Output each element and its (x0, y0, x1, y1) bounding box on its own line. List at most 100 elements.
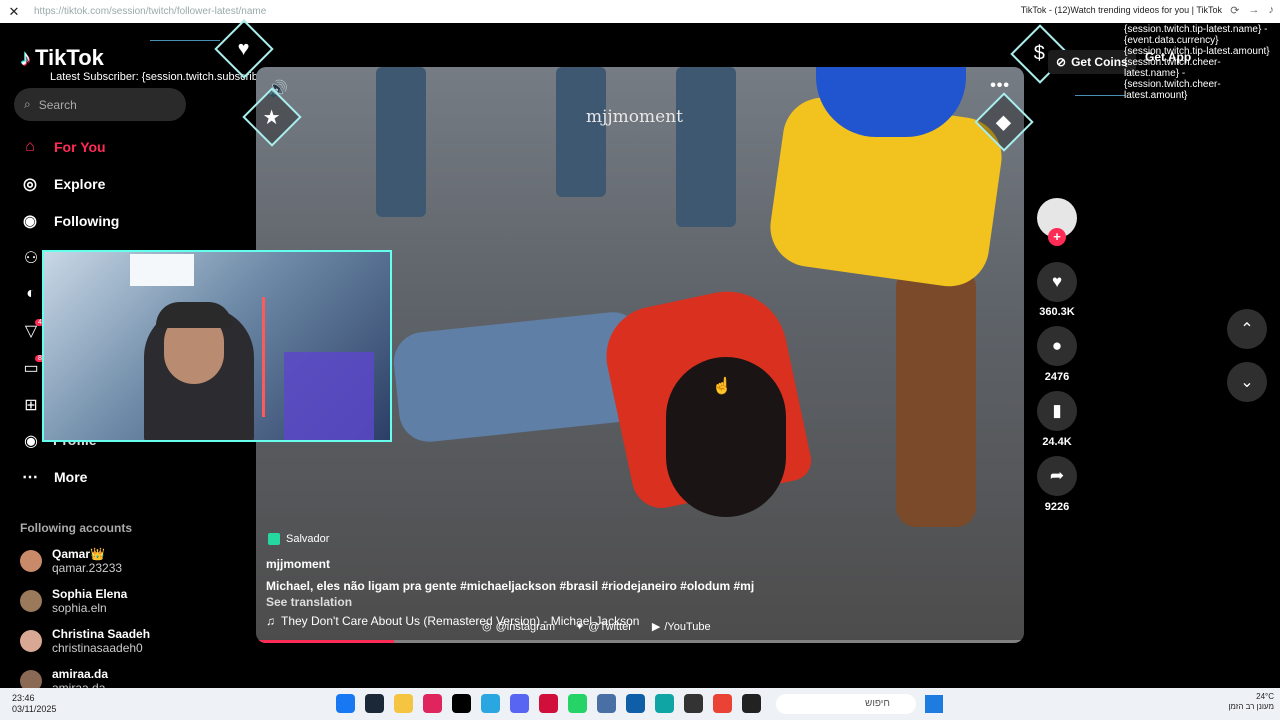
youtube-icon: ▶ (651, 621, 661, 633)
follow-plus-icon[interactable]: + (1048, 228, 1066, 246)
webcam-person-cap (156, 302, 232, 328)
tiktok-logo[interactable]: ♪ TikTok (20, 45, 104, 71)
nav-label: For You (54, 139, 106, 155)
taskbar-search[interactable]: חיפוש (776, 694, 916, 714)
chevron-down-icon: ⌄ (1240, 374, 1254, 391)
chevron-up-icon: ⌃ (1240, 321, 1254, 338)
share-button[interactable]: ➦ (1037, 456, 1077, 496)
comment-count: 2476 (1044, 371, 1070, 383)
search-input[interactable]: ⌕ Search (14, 88, 186, 121)
avatar (20, 550, 42, 572)
overlay-line (1075, 95, 1125, 96)
following-account[interactable]: Sophia Elena sophia.eln (20, 587, 127, 615)
tiktok-app-icon[interactable] (452, 694, 471, 713)
video-author[interactable]: mjjmoment (266, 557, 330, 571)
following-account[interactable]: Qamar👑 qamar.23233 (20, 547, 122, 575)
video-more-icon[interactable]: ••• (990, 77, 1010, 95)
like-button[interactable]: ♥ (1037, 262, 1077, 302)
clock-date: 03/11/2025 (12, 704, 57, 714)
compass-icon: ◎ (23, 176, 37, 193)
upload-icon[interactable]: ⊞ (20, 394, 42, 416)
app-icon[interactable] (742, 694, 761, 713)
forward-icon[interactable]: → (1249, 4, 1260, 17)
bg-leg (376, 67, 426, 217)
bg-leg (556, 67, 606, 197)
taskbar-weather[interactable]: 24°C מעונן רב הזמן (1228, 692, 1274, 712)
tiktok-tab-icon: ♪ (1268, 4, 1275, 16)
close-icon[interactable]: ✕ (0, 4, 28, 20)
previous-video-button[interactable]: ⌃ (1227, 309, 1267, 349)
refresh-icon[interactable]: ⟳ (1230, 4, 1239, 17)
heart-icon: ♥ (238, 37, 250, 60)
account-handle: christinasaadeh0 (52, 641, 143, 655)
video-caption: Michael, eles não ligam pra gente #micha… (266, 579, 755, 593)
discord-app-icon[interactable] (510, 694, 529, 713)
avatar (20, 630, 42, 652)
heart-icon: ♥ (1051, 272, 1063, 291)
account-name: Sophia Elena (52, 587, 128, 601)
nav-more[interactable]: ⋯ More (20, 467, 87, 487)
nav-for-you[interactable]: ⌂ For You (20, 137, 106, 157)
more-dots-icon: ⋯ (22, 469, 38, 486)
explorer-app-icon[interactable] (394, 694, 413, 713)
address-bar[interactable]: https://tiktok.com/session/twitch/follow… (34, 6, 266, 17)
tab-title[interactable]: TikTok - (12)Watch trending videos for y… (1021, 5, 1222, 15)
webcam-window-light (130, 254, 194, 286)
live-avatar-icon[interactable]: ◐ (20, 283, 42, 305)
comment-button[interactable]: ● (1037, 326, 1077, 366)
account-name: amiraa.da (52, 667, 109, 681)
weather-desc: מעונן רב הזמן (1228, 702, 1274, 711)
hand-cursor-icon: ☝ (712, 378, 732, 395)
steam-app-icon[interactable] (365, 694, 384, 713)
see-translation-link[interactable]: See translation (266, 595, 352, 609)
windows-taskbar: 23:46 03/11/2025 חיפוש 24°C מעונן רב הזמ… (0, 688, 1280, 720)
clock-time: 23:46 (12, 693, 35, 703)
get-coins-button[interactable]: ⊘ Get Coins (1048, 50, 1136, 74)
windows-start-icon[interactable] (925, 695, 943, 713)
browser-bar: ✕ https://tiktok.com/session/twitch/foll… (0, 0, 1280, 23)
nav-label: More (54, 469, 88, 485)
dollar-icon: $ (1034, 42, 1046, 65)
nav-following[interactable]: ◉ Following (20, 211, 119, 231)
location-chip[interactable]: Salvador (268, 533, 329, 545)
next-video-button[interactable]: ⌄ (1227, 362, 1267, 402)
creator-avatar[interactable]: + (1037, 198, 1077, 246)
friends-icon[interactable]: ⚇ (20, 247, 42, 269)
save-button[interactable]: ▮ (1037, 391, 1077, 431)
star-icon: ★ (263, 106, 281, 129)
overlay-line (150, 40, 220, 41)
location-icon (268, 533, 280, 545)
video-progress-bar[interactable] (256, 640, 1024, 643)
get-coins-label: Get Coins (1071, 55, 1128, 69)
app-icon[interactable] (423, 694, 442, 713)
brand-name: TikTok (35, 45, 104, 70)
bookmark-icon: ▮ (1052, 401, 1062, 420)
app-icon[interactable] (539, 694, 558, 713)
taskbar-clock[interactable]: 23:46 03/11/2025 (12, 693, 56, 715)
app-icon[interactable] (597, 694, 616, 713)
obs-app-icon[interactable] (684, 694, 703, 713)
home-icon: ⌂ (25, 138, 35, 155)
share-arrow-icon: ➦ (1049, 466, 1065, 485)
facebook-app-icon[interactable] (336, 694, 355, 713)
app-icon[interactable] (481, 694, 500, 713)
browser-controls: ⟳ → ♪ (1230, 4, 1274, 17)
app-icon[interactable] (626, 694, 645, 713)
twitter-icon: ✦ (575, 621, 585, 633)
whatsapp-app-icon[interactable] (568, 694, 587, 713)
gem-icon: ◆ (996, 111, 1012, 134)
following-accounts-heading: Following accounts (20, 521, 133, 535)
edge-app-icon[interactable] (655, 694, 674, 713)
instagram-handle: ◎ @instagram (482, 620, 556, 634)
profile-avatar-icon[interactable]: ◉ (20, 430, 42, 452)
search-placeholder: Search (38, 97, 77, 112)
streamer-webcam (42, 250, 392, 442)
bg-leg (676, 67, 736, 227)
account-handle: sophia.eln (52, 601, 107, 615)
coin-icon: ⊘ (1056, 55, 1067, 69)
scene-legs (896, 267, 976, 527)
following-account[interactable]: Christina Saadeh christinasaadeh0 (20, 627, 150, 655)
chrome-app-icon[interactable] (713, 694, 732, 713)
nav-explore[interactable]: ◎ Explore (20, 174, 105, 194)
account-name: Qamar👑 (52, 547, 105, 561)
